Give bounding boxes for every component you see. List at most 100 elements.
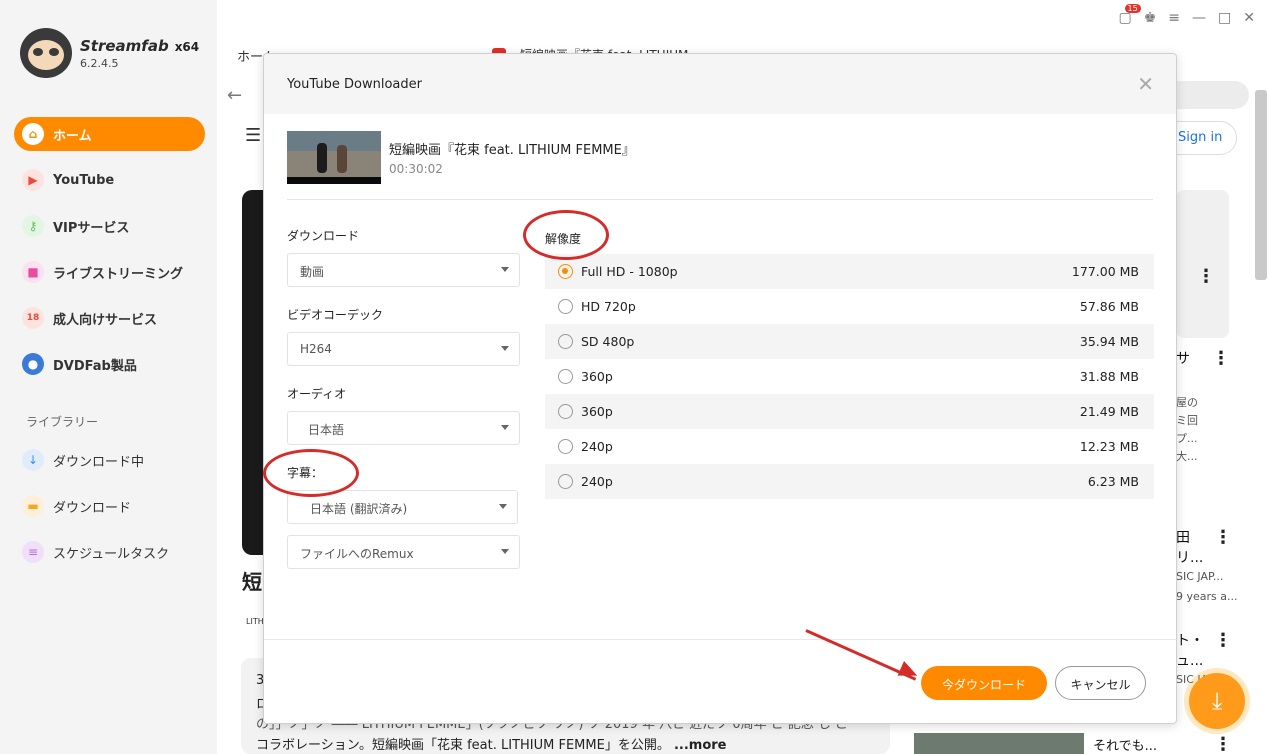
hamburger-icon[interactable]: ☰	[245, 125, 261, 146]
resolution-option[interactable]: 240p 12.23 MB	[545, 429, 1154, 464]
remux-value: ファイルへのRemux	[300, 547, 414, 561]
resolution-option[interactable]: HD 720p 57.86 MB	[545, 289, 1154, 324]
sidebar-item-youtube[interactable]: ▶ YouTube	[14, 163, 205, 197]
sidebar-item-home[interactable]: ⌂ ホーム	[14, 117, 205, 151]
resolution-size: 6.23 MB	[1087, 474, 1139, 489]
folder-icon: ▬	[22, 495, 44, 517]
radio-icon[interactable]	[558, 404, 573, 419]
related-thumbnail[interactable]	[914, 733, 1084, 754]
chevron-down-icon	[499, 504, 507, 509]
related-thumbnail[interactable]	[1176, 190, 1229, 338]
radio-selected-icon[interactable]	[558, 264, 573, 279]
sloth-logo-icon	[20, 28, 72, 78]
more-link[interactable]: ...more	[674, 738, 727, 753]
dvdfab-icon: ●	[22, 353, 44, 375]
related-title[interactable]: サ	[1176, 348, 1190, 368]
subtitle-value: 日本語 (翻訳済み)	[310, 502, 408, 516]
annotation-circle	[523, 210, 609, 260]
radio-icon[interactable]	[558, 334, 573, 349]
video-camera-icon: ■	[22, 261, 44, 283]
download-arrow-icon: ↓	[22, 449, 44, 471]
related-meta: 屋の	[1176, 396, 1198, 409]
sidebar-item-adult[interactable]: 18 成人向けサービス	[14, 301, 205, 335]
resolution-name: 360p	[581, 404, 613, 419]
sidebar-item-label: ライブストリーミング	[53, 266, 184, 282]
task-list-icon: ≡	[22, 541, 44, 563]
more-vert-icon[interactable]: ⋮	[1214, 630, 1232, 651]
more-vert-icon[interactable]: ⋮	[1214, 527, 1232, 548]
related-meta: プ...	[1176, 432, 1198, 445]
more-vert-icon[interactable]: ⋮	[1212, 348, 1230, 369]
video-player[interactable]	[242, 190, 264, 555]
remux-select[interactable]: ファイルへのRemux	[287, 535, 520, 569]
sidebar-item-dvdfab[interactable]: ● DVDFab製品	[14, 347, 205, 381]
cancel-button[interactable]: キャンセル	[1055, 666, 1146, 700]
app-version: 6.2.4.5	[80, 56, 119, 70]
key-icon: ⚷	[22, 215, 44, 237]
codec-value: H264	[300, 342, 332, 356]
minimize-icon[interactable]: —	[1192, 10, 1206, 26]
resolution-size: 12.23 MB	[1079, 439, 1139, 454]
resolution-option[interactable]: 240p 6.23 MB	[545, 464, 1154, 499]
radio-icon[interactable]	[558, 474, 573, 489]
resolution-option[interactable]: Full HD - 1080p 177.00 MB	[545, 254, 1154, 289]
download-type-value: 動画	[300, 265, 325, 279]
resolution-name: Full HD - 1080p	[581, 264, 678, 279]
radio-icon[interactable]	[558, 439, 573, 454]
video-title: 短	[242, 570, 262, 594]
radio-icon[interactable]	[558, 299, 573, 314]
app-name: Streamfab	[80, 36, 169, 55]
resolution-size: 57.86 MB	[1079, 299, 1139, 314]
youtube-icon: ▶	[22, 169, 44, 191]
sidebar-item-downloaded[interactable]: ▬ ダウンロード	[14, 489, 205, 523]
close-icon[interactable]: ✕	[1137, 72, 1154, 96]
download-now-button[interactable]: 今ダウンロード	[921, 666, 1047, 700]
download-type-select[interactable]: 動画	[287, 253, 520, 287]
sidebar-item-label: VIPサービス	[53, 220, 130, 236]
notification-icon[interactable]: ▢ 15	[1119, 4, 1141, 26]
notification-badge: 15	[1124, 4, 1141, 13]
resolution-size: 31.88 MB	[1079, 369, 1139, 384]
related-title[interactable]: それでも...	[1093, 735, 1157, 754]
related-title[interactable]: ト・	[1176, 630, 1204, 650]
menu-icon[interactable]: ≡	[1168, 10, 1180, 26]
download-arrow-icon: ⤓	[1211, 687, 1223, 715]
dialog-title: YouTube Downloader	[287, 77, 422, 92]
chevron-down-icon	[501, 346, 509, 351]
app-arch: x64	[174, 39, 200, 54]
resolution-option[interactable]: 360p 31.88 MB	[545, 359, 1154, 394]
related-title[interactable]: ュ...	[1176, 650, 1203, 670]
resolution-name: SD 480p	[581, 334, 635, 349]
back-arrow-icon[interactable]: ←	[227, 85, 242, 106]
resolution-name: 360p	[581, 369, 613, 384]
sidebar-item-schedule[interactable]: ≡ スケジュールタスク	[14, 535, 205, 569]
sidebar-item-live[interactable]: ■ ライブストリーミング	[14, 255, 205, 289]
divider	[264, 639, 1176, 640]
floating-download-button[interactable]: ⤓	[1189, 673, 1245, 729]
channel-name[interactable]: LITH	[246, 617, 264, 626]
radio-icon[interactable]	[558, 369, 573, 384]
sidebar-item-label: DVDFab製品	[53, 358, 137, 374]
chevron-down-icon	[501, 267, 509, 272]
audio-value: 日本語	[308, 423, 345, 437]
scrollbar[interactable]	[1255, 90, 1267, 280]
sidebar-item-label: スケジュールタスク	[53, 546, 170, 562]
chevron-down-icon	[501, 549, 509, 554]
audio-select[interactable]: 日本語	[287, 411, 520, 445]
maximize-icon[interactable]: □	[1218, 10, 1231, 26]
related-title[interactable]: リ...	[1176, 547, 1203, 567]
more-vert-icon[interactable]: ⋮	[1214, 734, 1232, 754]
more-vert-icon[interactable]: ⋮	[1197, 266, 1215, 287]
resolution-option[interactable]: 360p 21.49 MB	[545, 394, 1154, 429]
audio-label: オーディオ	[287, 387, 347, 401]
sidebar-item-vip[interactable]: ⚷ VIPサービス	[14, 209, 205, 243]
close-window-icon[interactable]: ✕	[1243, 10, 1255, 26]
codec-select[interactable]: H264	[287, 332, 520, 366]
resolution-option[interactable]: SD 480p 35.94 MB	[545, 324, 1154, 359]
related-title[interactable]: 田	[1176, 527, 1190, 547]
skin-icon[interactable]: ♚	[1144, 10, 1157, 26]
resolution-list: Full HD - 1080p 177.00 MB HD 720p 57.86 …	[545, 254, 1154, 499]
sidebar-item-downloading[interactable]: ↓ ダウンロード中	[14, 443, 205, 477]
app-logo: Streamfab x64 6.2.4.5	[20, 28, 199, 78]
related-meta: 大...	[1176, 450, 1198, 463]
